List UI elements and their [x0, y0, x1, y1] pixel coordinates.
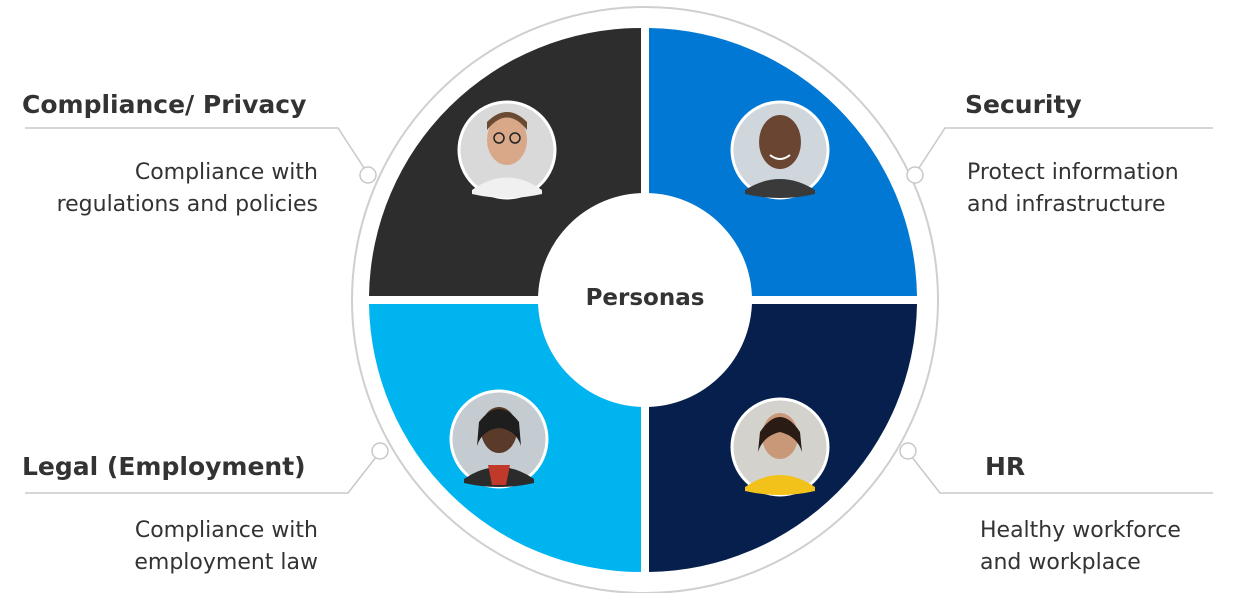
- legal-desc-line1: Compliance with: [134, 518, 318, 543]
- person-glasses-avatar: [457, 100, 557, 200]
- center-label: Personas: [585, 285, 705, 311]
- connector-dot-hr: [899, 442, 917, 460]
- person-smiling-avatar: [730, 100, 830, 200]
- compliance-description: Compliance with regulations and policies: [20, 157, 318, 221]
- security-description: Protect information and infrastructure: [967, 157, 1179, 221]
- hr-description: Healthy workforce and workplace: [980, 515, 1181, 579]
- hr-desc-line1: Healthy workforce: [980, 518, 1181, 543]
- legal-description: Compliance with employment law: [20, 515, 318, 579]
- hr-desc-line2: and workplace: [980, 550, 1141, 575]
- compliance-desc-line1: Compliance with: [134, 160, 318, 185]
- person-yellow-jacket-avatar: [730, 397, 830, 497]
- security-desc-line1: Protect information: [967, 160, 1179, 185]
- connector-dot-legal: [371, 442, 389, 460]
- compliance-desc-line2: regulations and policies: [56, 192, 318, 217]
- hr-title: HR: [985, 452, 1026, 481]
- compliance-title: Compliance/ Privacy: [22, 90, 307, 119]
- legal-title: Legal (Employment): [22, 452, 306, 481]
- legal-desc-line2: employment law: [134, 550, 318, 575]
- security-title: Security: [965, 90, 1082, 119]
- security-desc-line2: and infrastructure: [967, 192, 1166, 217]
- connector-hr: [907, 451, 1213, 494]
- connector-dot-compliance: [359, 166, 377, 184]
- connector-dot-security: [906, 166, 924, 184]
- person-woman-avatar: [449, 389, 549, 489]
